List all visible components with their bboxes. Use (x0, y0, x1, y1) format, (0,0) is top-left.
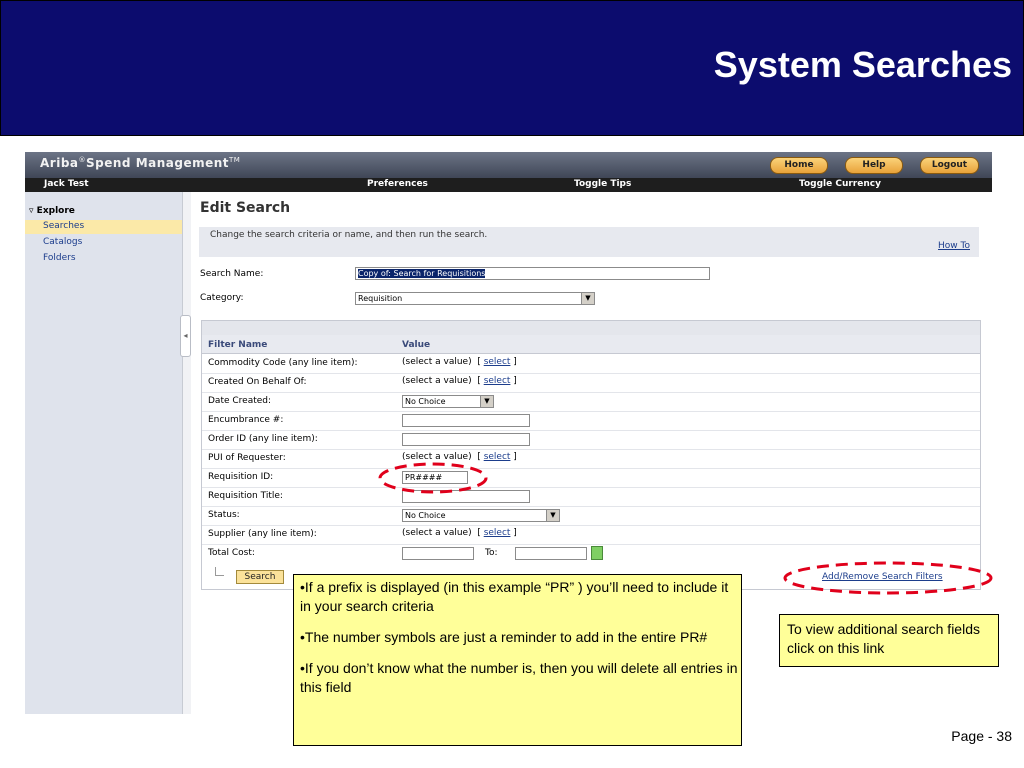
requisition-id-highlight (378, 462, 488, 494)
add-remove-highlight (783, 561, 993, 595)
callout-main-point: •If a prefix is displayed (in this examp… (300, 579, 729, 614)
callout-main: •If a prefix is displayed (in this examp… (293, 574, 742, 746)
callout-main-point: •The number symbols are just a reminder … (300, 629, 708, 645)
page-number: Page - 38 (951, 728, 1012, 744)
callout-side: To view additional search fields click o… (779, 614, 999, 667)
callout-main-point: •If you don’t know what the number is, t… (300, 660, 738, 695)
